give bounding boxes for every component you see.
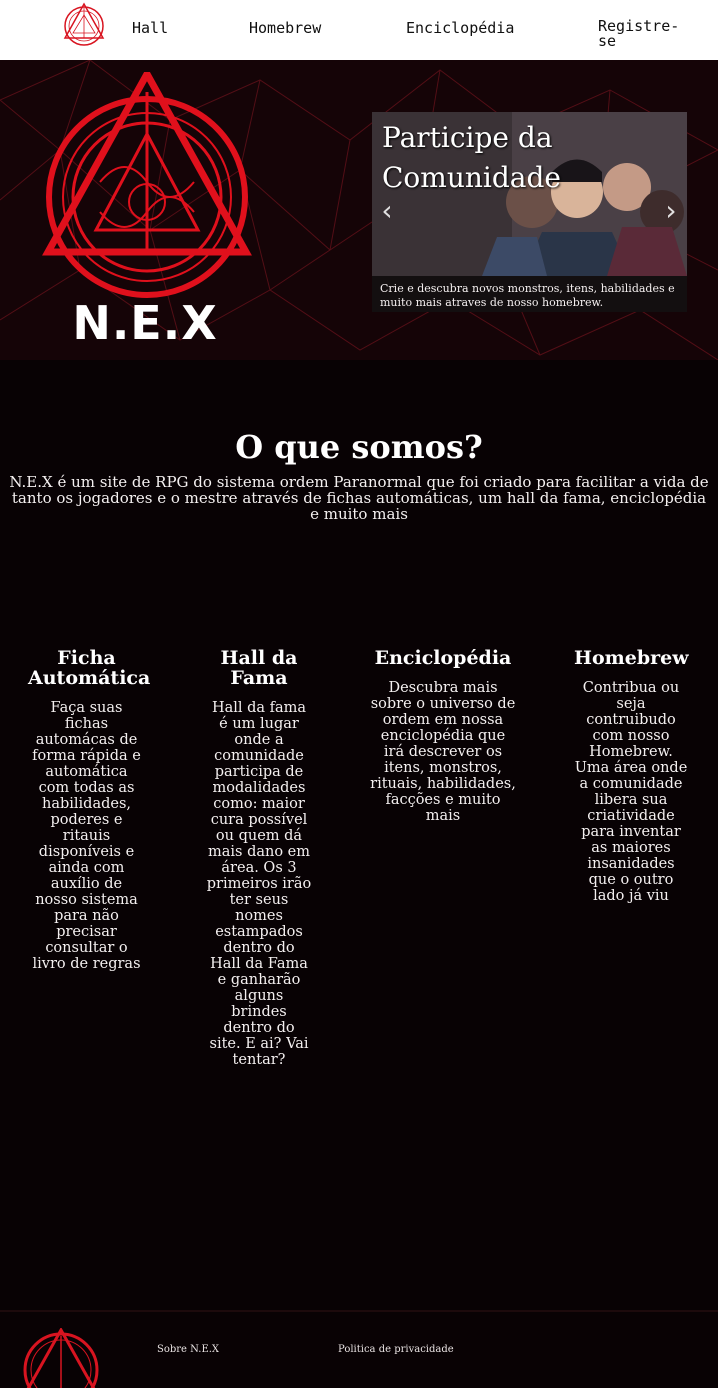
banner-title: Participe da Comunidade bbox=[382, 121, 561, 194]
feature-homebrew: Homebrew Contribua ou seja contruibudo c… bbox=[574, 647, 689, 904]
feature-text: Descubra mais sobre o universo de ordem … bbox=[370, 680, 516, 824]
footer: Sobre N.E.X Politica de privacidade bbox=[0, 1310, 718, 1388]
chevron-right-icon[interactable]: › bbox=[660, 197, 682, 225]
feature-ficha-automatica: Ficha Automática Faça suas fichas automá… bbox=[28, 647, 151, 972]
feature-enciclopedia: Enciclopédia Descubra mais sobre o unive… bbox=[370, 648, 516, 824]
footer-link-privacy[interactable]: Politica de privacidade bbox=[338, 1344, 454, 1355]
feature-text: Contribua ou seja contruibudo com nosso … bbox=[574, 680, 688, 904]
feature-title: Hall da Fama bbox=[220, 647, 298, 689]
site-name: N.E.X bbox=[72, 296, 218, 350]
hero-section: N.E.X Participe da Comunidade ‹ › Crie e… bbox=[0, 60, 718, 360]
feature-text: Hall da fama é um lugar onde a comunidad… bbox=[206, 700, 312, 1068]
feature-title: Homebrew bbox=[574, 647, 689, 669]
nav-link-hall[interactable]: Hall bbox=[132, 19, 168, 37]
feature-text: Faça suas fichas automácas de forma rápi… bbox=[32, 700, 141, 972]
nav-link-enciclopedia[interactable]: Enciclopédia bbox=[406, 19, 514, 37]
about-title: O que somos? bbox=[235, 428, 483, 466]
about-text: N.E.X é um site de RPG do sistema ordem … bbox=[9, 473, 709, 523]
nex-sigil-logo-icon[interactable] bbox=[62, 2, 106, 46]
banner-caption: Crie e descubra novos monstros, itens, h… bbox=[372, 276, 687, 312]
community-banner-carousel[interactable]: Participe da Comunidade ‹ › Crie e descu… bbox=[372, 112, 687, 312]
feature-hall-da-fama: Hall da Fama Hall da fama é um lugar ond… bbox=[206, 648, 312, 1068]
feature-title: Enciclopédia bbox=[374, 647, 512, 669]
nex-sigil-footer-icon bbox=[23, 1328, 99, 1388]
nav-link-homebrew[interactable]: Homebrew bbox=[249, 19, 321, 37]
nav-link-register[interactable]: Registre-se bbox=[598, 19, 694, 49]
footer-link-about[interactable]: Sobre N.E.X bbox=[157, 1344, 219, 1355]
feature-title: Ficha Automática bbox=[28, 647, 151, 689]
nex-sigil-icon bbox=[42, 72, 252, 298]
top-navbar: Hall Homebrew Enciclopédia Registre-se bbox=[0, 0, 718, 60]
chevron-left-icon[interactable]: ‹ bbox=[376, 197, 398, 225]
